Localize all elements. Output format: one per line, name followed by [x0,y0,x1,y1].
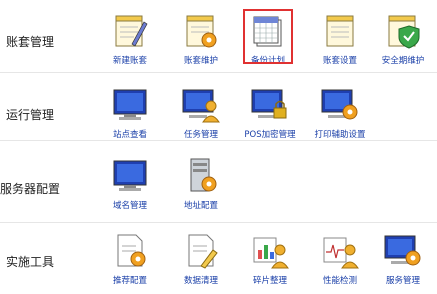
pulse-user-icon [320,232,360,270]
new-account-item[interactable]: 新建账套 [95,12,165,66]
item-label: 账套设置 [322,56,357,66]
item-label: 安全期维护 [381,56,425,66]
section-title: 账套管理 [6,35,55,49]
server-gear-icon [181,157,221,195]
monitor-lock-icon [250,86,290,124]
item-label: 账套维护 [183,56,218,66]
section-implementation-tools: 实施工具 推荐配置 数据清理 碎片整理 性能检测 服务管理 [0,222,437,294]
service-management-item[interactable]: 服务管理 [368,232,437,286]
section-run-management: 运行管理 站点查看 任务管理 POS加密管理 打印辅助设置 [0,72,437,141]
domain-management-item[interactable]: 域名管理 [95,157,165,211]
defragment-item[interactable]: 碎片整理 [235,232,305,286]
item-label: 碎片整理 [252,276,287,286]
notepad-pencil-icon [110,12,150,50]
print-assist-item[interactable]: 打印辅助设置 [305,86,375,140]
document-gear-icon [110,232,150,270]
item-label: 性能检测 [322,276,357,286]
calendar-gear-icon [181,12,221,50]
monitor-icon [110,157,150,195]
item-label: POS加密管理 [244,130,296,140]
item-label: 域名管理 [112,201,147,211]
item-label: 打印辅助设置 [314,130,366,140]
account-settings-item[interactable]: 账套设置 [305,12,375,66]
data-cleanup-item[interactable]: 数据清理 [166,232,236,286]
section-title: 实施工具 [6,255,55,269]
shield-check-icon [383,12,423,50]
task-management-item[interactable]: 任务管理 [166,86,236,140]
monitor-gear-icon [320,86,360,124]
account-maintenance-item[interactable]: 账套维护 [166,12,236,66]
safety-period-item[interactable]: 安全期维护 [368,12,437,66]
monitor-icon [110,86,150,124]
pos-encryption-item[interactable]: POS加密管理 [235,86,305,140]
monitor-gear-icon [383,232,423,270]
monitor-user-icon [181,86,221,124]
recommended-config-item[interactable]: 推荐配置 [95,232,165,286]
chart-user-icon [250,232,290,270]
item-label: 任务管理 [183,130,218,140]
item-label: 服务管理 [385,276,420,286]
section-title: 运行管理 [6,108,55,122]
item-label: 数据清理 [183,276,218,286]
section-server-config: 服务器配置 域名管理 地址配置 [0,140,437,223]
document-clean-icon [181,232,221,270]
performance-check-item[interactable]: 性能检测 [305,232,375,286]
address-config-item[interactable]: 地址配置 [166,157,236,211]
item-label: 新建账套 [112,56,147,66]
highlight-box [243,9,293,64]
item-label: 地址配置 [183,201,218,211]
item-label: 推荐配置 [112,276,147,286]
section-account-management: 账套管理 新建账套 账套维护 备份计划 账套设置 安全期维护 [0,0,437,73]
item-label: 站点查看 [112,130,147,140]
site-view-item[interactable]: 站点查看 [95,86,165,140]
notepad-icon [320,12,360,50]
section-title: 服务器配置 [0,182,61,196]
